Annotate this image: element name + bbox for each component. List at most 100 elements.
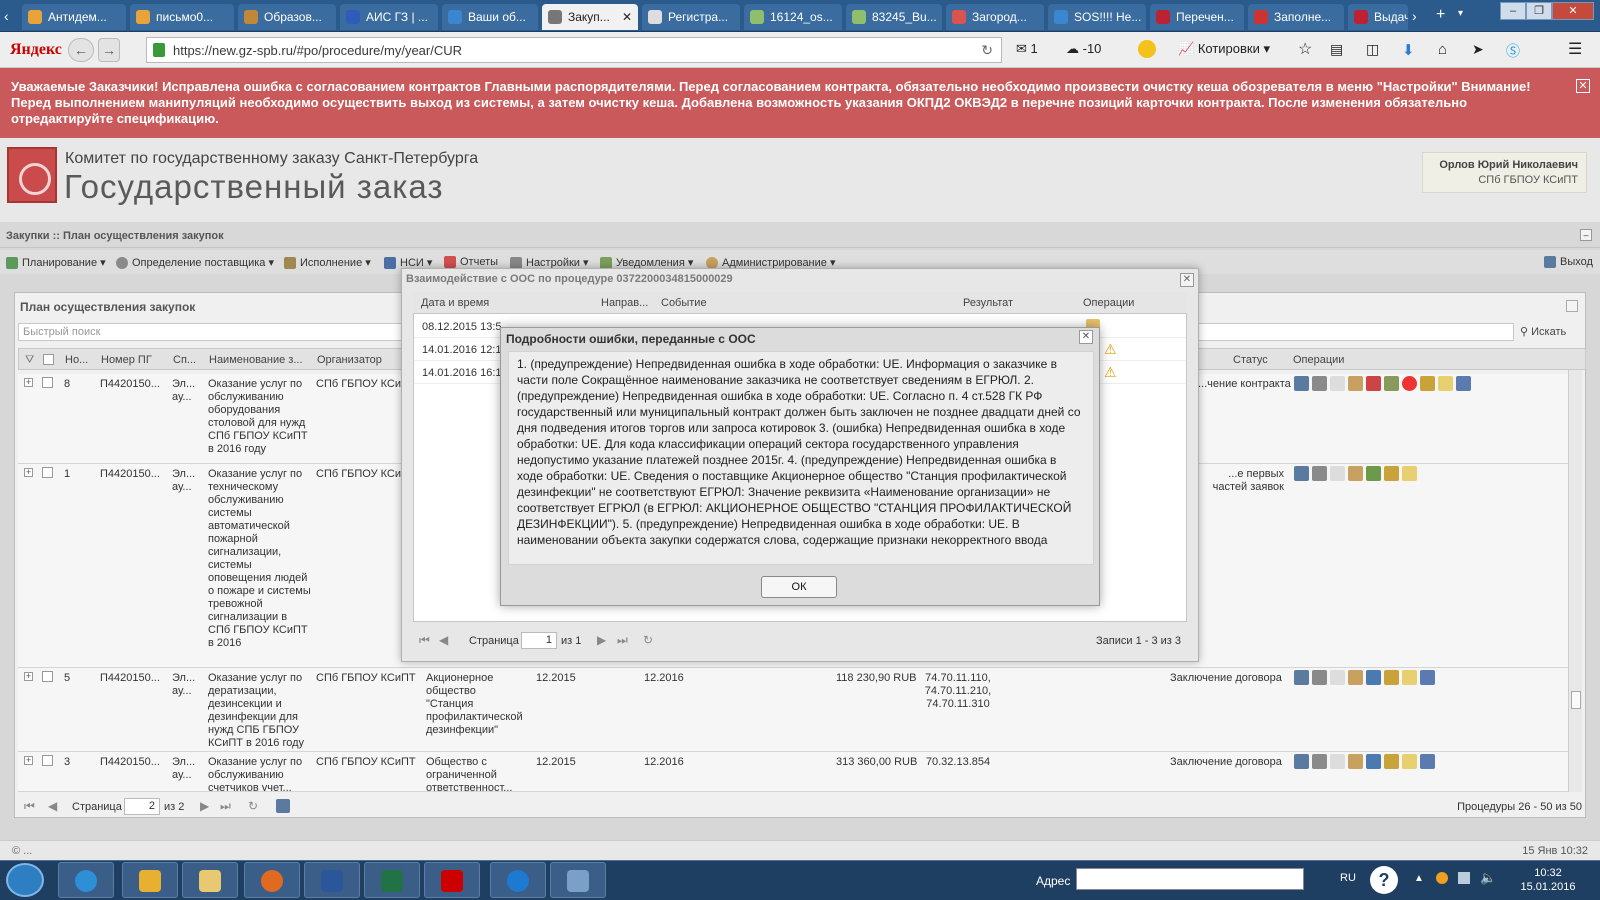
col-ops[interactable]: Операции xyxy=(1293,354,1344,366)
volume-icon[interactable]: 🔈 xyxy=(1480,870,1496,886)
prev-page-icon[interactable]: ◀ xyxy=(439,633,448,647)
ok-button[interactable]: ОК xyxy=(761,576,837,598)
browser-tab[interactable]: Загород... xyxy=(946,4,1044,30)
first-page-icon[interactable]: ⏮ xyxy=(419,633,430,648)
lang-indicator[interactable]: RU xyxy=(1340,872,1356,884)
taskbar-excel[interactable] xyxy=(364,862,420,898)
browser-tab[interactable]: SOS!!!! Не... xyxy=(1048,4,1146,30)
chart-icon[interactable] xyxy=(1294,670,1309,685)
money-icon[interactable] xyxy=(1366,466,1381,481)
reading-list-icon[interactable]: ▤ xyxy=(1330,41,1343,58)
taskbar-acrobat[interactable] xyxy=(424,862,480,898)
sign-icon[interactable] xyxy=(1384,754,1399,769)
browser-tab[interactable]: Антидем... xyxy=(22,4,126,30)
select-all-checkbox[interactable] xyxy=(43,354,54,365)
document-icon[interactable] xyxy=(1330,670,1345,685)
taskbar-teamviewer[interactable] xyxy=(490,862,546,898)
mail-widget[interactable]: ✉ 1 xyxy=(1016,41,1038,57)
table-row[interactable]: + 3 П4420150... Эл... ау... Оказание усл… xyxy=(18,752,1570,792)
address-bar[interactable]: https://new.gz-spb.ru/#po/procedure/my/y… xyxy=(146,37,1002,63)
menu-planning[interactable]: Планирование ▾ xyxy=(6,256,106,269)
row-checkbox[interactable] xyxy=(42,467,53,478)
contract-icon[interactable] xyxy=(1366,754,1381,769)
menu-execution[interactable]: Исполнение ▾ xyxy=(284,256,371,269)
refresh-icon[interactable]: ↻ xyxy=(248,799,258,813)
row-pg[interactable]: П4420150... xyxy=(100,378,160,391)
ooc-col-ops[interactable]: Операции xyxy=(1083,297,1134,309)
contract-icon[interactable] xyxy=(1366,670,1381,685)
browser-tab[interactable]: 16124_os... xyxy=(744,4,842,30)
col-name[interactable]: Наименование з... xyxy=(209,354,303,366)
taskbar-remote[interactable] xyxy=(550,862,606,898)
scrollbar-thumb[interactable] xyxy=(1571,691,1581,709)
sign-icon[interactable] xyxy=(1384,466,1399,481)
banner-close-icon[interactable]: ✕ xyxy=(1576,79,1590,93)
taskbar-ie[interactable] xyxy=(58,862,114,898)
emblem-icon[interactable] xyxy=(1348,670,1363,685)
columns-icon[interactable] xyxy=(1420,670,1435,685)
document-icon[interactable] xyxy=(1330,376,1345,391)
browser-tab[interactable]: письмо0... xyxy=(130,4,234,30)
document-icon[interactable] xyxy=(1330,754,1345,769)
gear-icon[interactable] xyxy=(1312,754,1327,769)
download-icon[interactable]: ⬇ xyxy=(1402,41,1415,59)
ooc-col-result[interactable]: Результат xyxy=(963,297,1013,309)
col-sp[interactable]: Сп... xyxy=(173,354,196,366)
collapse-icon[interactable]: – xyxy=(1580,229,1592,241)
user-box[interactable]: Орлов Юрий Николаевич СПб ГБПОУ КСиПТ xyxy=(1422,152,1587,193)
taskbar-clock[interactable]: 10:32 15.01.2016 xyxy=(1512,866,1584,894)
minimize-window-icon[interactable]: – xyxy=(1500,2,1526,20)
bookmark-star-icon[interactable]: ☆ xyxy=(1298,39,1312,59)
browser-tab[interactable]: Заполне... xyxy=(1248,4,1344,30)
forward-button[interactable]: → xyxy=(98,38,120,62)
ooc-window-close-icon[interactable]: ✕ xyxy=(1180,273,1194,287)
first-page-icon[interactable]: ⏮ xyxy=(24,799,35,814)
expand-row-icon[interactable]: + xyxy=(24,468,33,477)
expand-row-icon[interactable]: + xyxy=(24,756,33,765)
sign-icon[interactable] xyxy=(1420,376,1435,391)
chart-icon[interactable] xyxy=(1294,466,1309,481)
row-pg[interactable]: П4420150... xyxy=(100,756,160,769)
menu-icon[interactable]: ☰ xyxy=(1568,39,1582,59)
table-row[interactable]: + 5 П4420150... Эл... ау... Оказание усл… xyxy=(18,668,1570,752)
network-icon[interactable] xyxy=(1458,872,1470,884)
new-tab-button[interactable]: + xyxy=(1436,6,1445,24)
stamp-icon[interactable] xyxy=(1402,670,1417,685)
pocket-icon[interactable]: ◫ xyxy=(1366,41,1379,58)
grid-scrollbar[interactable] xyxy=(1568,370,1582,792)
help-icon[interactable]: ? xyxy=(1370,866,1398,894)
money-icon[interactable] xyxy=(1384,376,1399,391)
refresh-icon[interactable]: ↻ xyxy=(643,633,653,647)
next-page-icon[interactable]: ▶ xyxy=(200,799,209,813)
filter-icon[interactable]: ⛛ xyxy=(25,354,34,367)
home-icon[interactable]: ⌂ xyxy=(1438,41,1447,58)
address-toolbar-input[interactable] xyxy=(1076,868,1304,890)
chart-icon[interactable] xyxy=(1294,754,1309,769)
warning-icon[interactable]: ⚠ xyxy=(1104,364,1117,381)
col-pg[interactable]: Номер ПГ xyxy=(101,354,152,366)
tab-list-icon[interactable]: ▾ xyxy=(1458,8,1463,19)
expand-row-icon[interactable]: + xyxy=(24,672,33,681)
stop-icon[interactable] xyxy=(1402,376,1417,391)
send-icon[interactable]: ➤ xyxy=(1472,41,1484,58)
save-icon[interactable] xyxy=(276,799,290,813)
taskbar-word[interactable] xyxy=(304,862,360,898)
row-checkbox[interactable] xyxy=(42,671,53,682)
page-input[interactable]: 2 xyxy=(124,798,160,815)
col-num[interactable]: Но... xyxy=(65,354,88,366)
next-page-icon[interactable]: ▶ xyxy=(597,633,606,647)
search-button[interactable]: ⚲ Искать xyxy=(1520,325,1566,338)
maximize-window-icon[interactable]: ❐ xyxy=(1526,2,1552,20)
list-icon[interactable] xyxy=(1366,376,1381,391)
yandex-money-icon[interactable] xyxy=(1138,40,1156,58)
emblem-icon[interactable] xyxy=(1348,466,1363,481)
emblem-icon[interactable] xyxy=(1348,376,1363,391)
back-button[interactable]: ← xyxy=(68,38,94,62)
browser-tab[interactable]: Выдача... xyxy=(1348,4,1408,30)
columns-icon[interactable] xyxy=(1456,376,1471,391)
browser-tab[interactable]: Ваши об... xyxy=(442,4,538,30)
yandex-logo[interactable]: Яндекс xyxy=(10,41,62,59)
stamp-icon[interactable] xyxy=(1402,466,1417,481)
ooc-col-date[interactable]: Дата и время xyxy=(421,297,489,309)
ooc-col-event[interactable]: Событие xyxy=(661,297,707,309)
